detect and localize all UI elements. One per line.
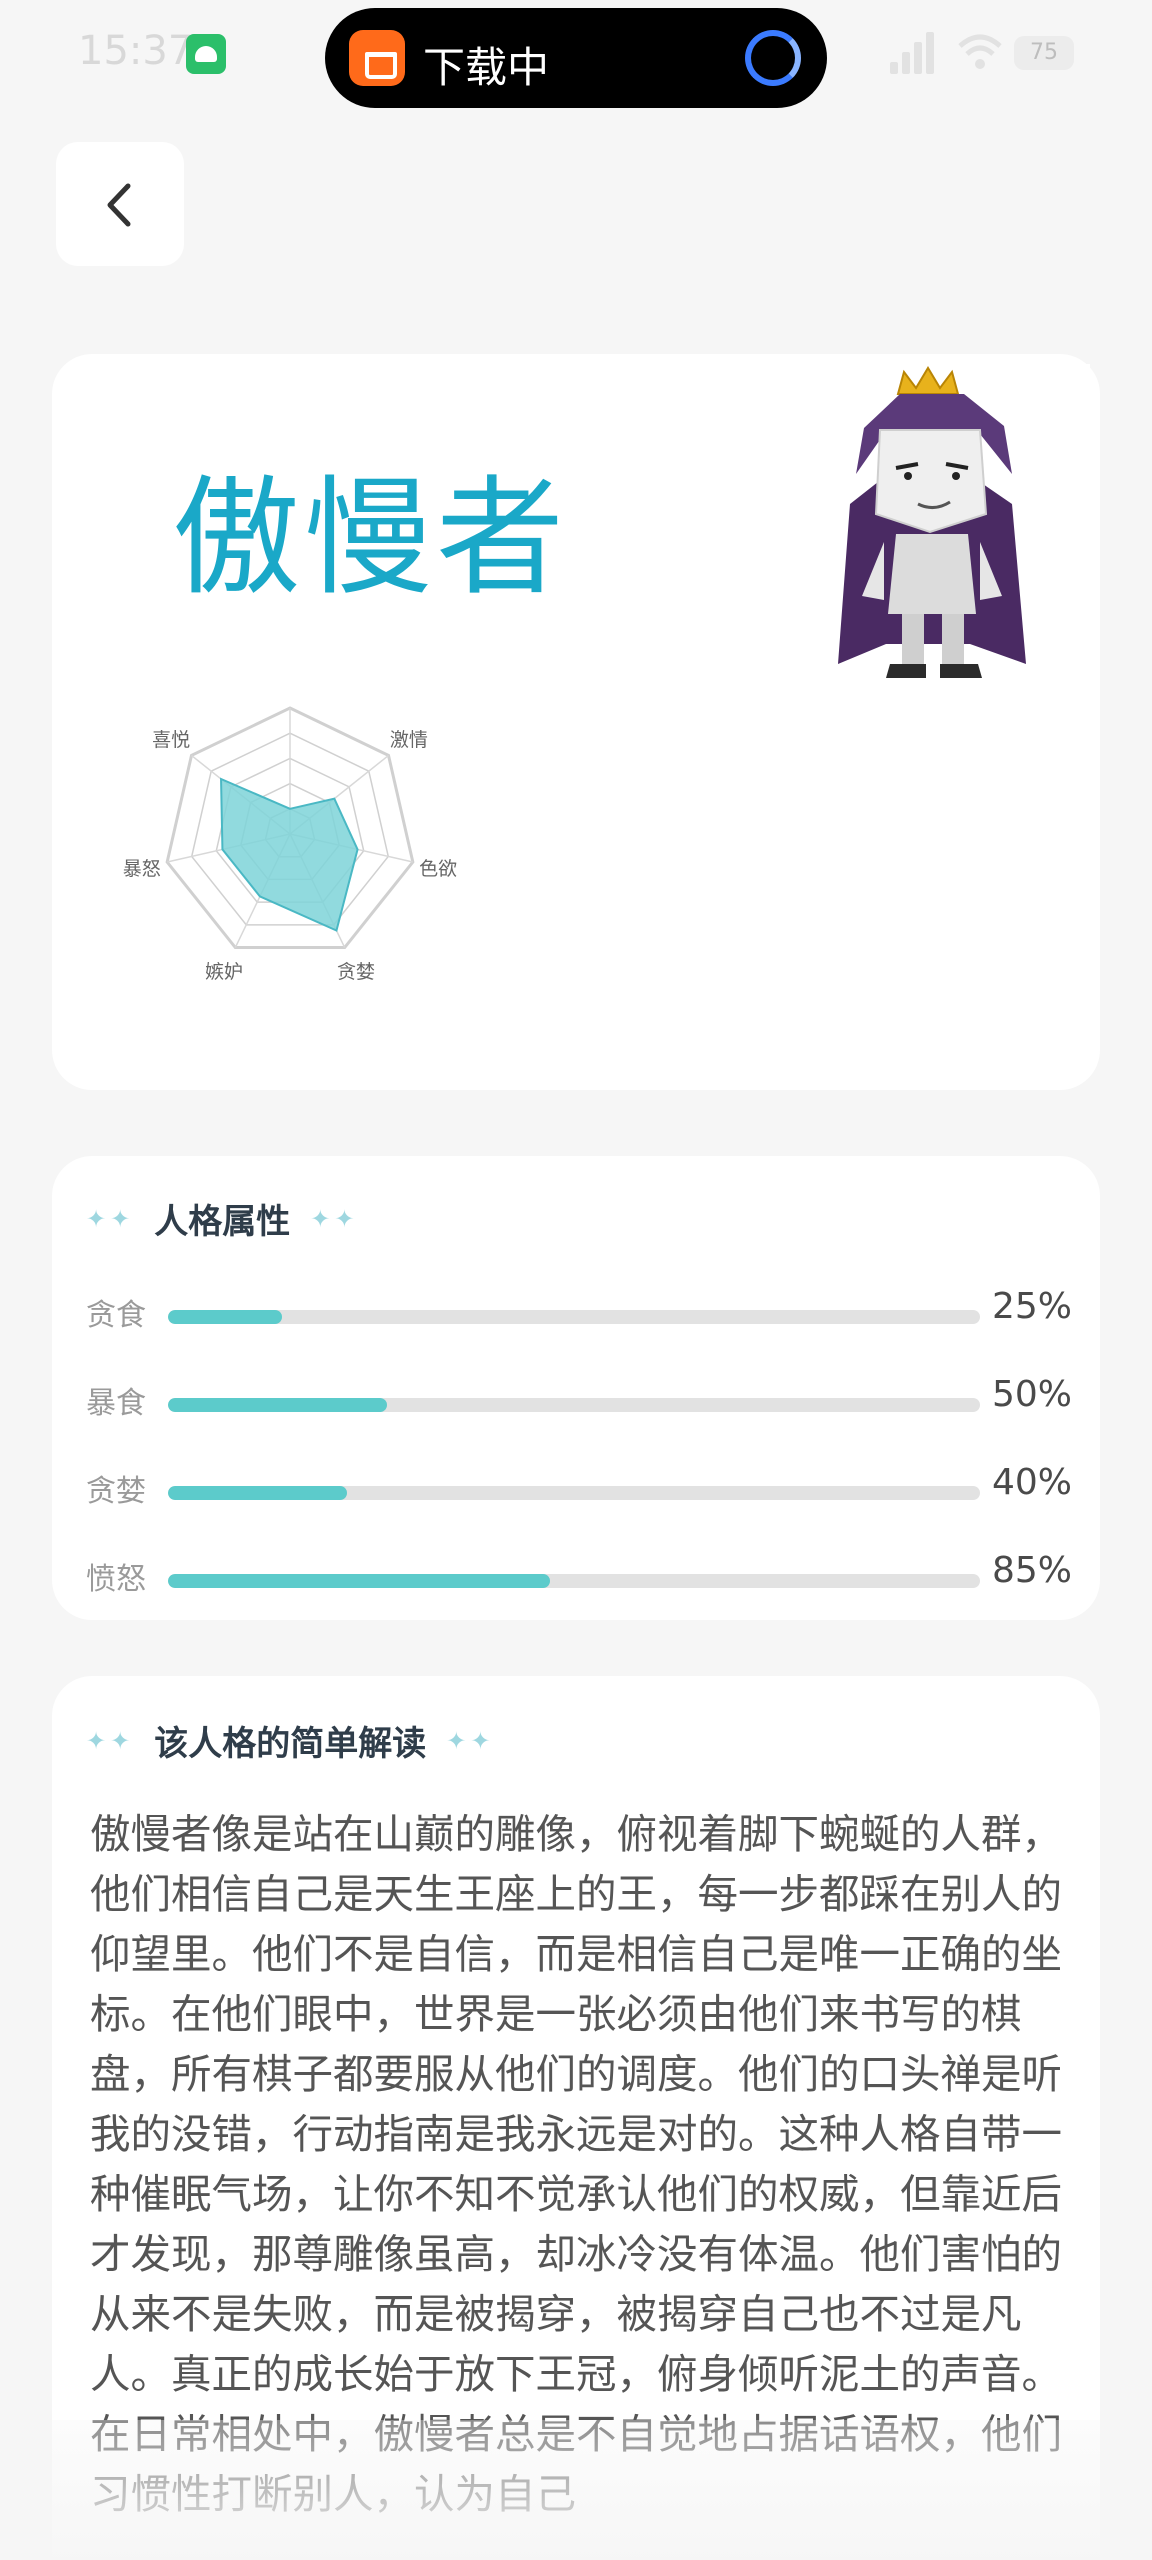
personality-attributes-card: ✦✦ 人格属性 ✦✦ 贪食 25% 暴食 50% 贪婪 40% 愤怒 85% (52, 1156, 1100, 1620)
attribute-bar (168, 1398, 980, 1412)
attribute-bar (168, 1574, 980, 1588)
attributes-title: 人格属性 (154, 1202, 291, 1242)
navigation-gesture-overlay (0, 2420, 1152, 2560)
attribute-label: 暴食 (86, 1386, 146, 1421)
wifi-icon (958, 34, 1002, 69)
back-button[interactable] (56, 142, 184, 266)
battery-icon: 75 (1014, 36, 1074, 70)
attribute-row: 贪食 25% (86, 1282, 1086, 1342)
attribute-row: 愤怒 85% (86, 1546, 1086, 1606)
attribute-bar (168, 1486, 980, 1500)
attribute-label: 贪婪 (86, 1474, 146, 1509)
status-bar: 15:37 下载中 75 (0, 0, 1152, 110)
screen: 15:37 下载中 75 傲慢者 激情 色欲 贪婪 嫉妒 暴怒 喜悦 ✦✦ 人格… (0, 0, 1152, 2560)
attribute-label: 愤怒 (86, 1562, 146, 1597)
download-status-label: 下载中 (423, 43, 550, 92)
radar-axis-label: 贪婪 (337, 961, 375, 983)
description-title: 该人格的简单解读 (154, 1724, 427, 1764)
description-body: 傲慢者像是站在山巅的雕像，俯视着脚下蜿蜒的人群，他们相信自己是天生王座上的王，每… (90, 1810, 1062, 2518)
attribute-row: 暴食 50% (86, 1370, 1086, 1430)
sparkle-icon: ✦✦ (86, 1204, 135, 1233)
radar-axis-label: 嫉妒 (205, 961, 243, 983)
attribute-bar-fill (168, 1310, 282, 1324)
sparkle-icon: ✦✦ (446, 1726, 495, 1755)
radar-axis-label: 激情 (390, 729, 428, 751)
persona-character-image (822, 364, 1090, 694)
attribute-bar-fill (168, 1574, 550, 1588)
attribute-value: 40% (991, 1462, 1072, 1503)
attribute-bar-fill (168, 1486, 347, 1500)
sparkle-icon: ✦✦ (86, 1726, 135, 1755)
radar-axis-label: 喜悦 (152, 729, 190, 751)
persona-title: 傲慢者 (172, 464, 569, 613)
spinner-icon (745, 30, 801, 86)
status-time: 15:37 (78, 28, 194, 74)
sparkle-icon: ✦✦ (310, 1204, 359, 1233)
download-progress-pill[interactable]: 下载中 (325, 8, 827, 108)
persona-hero-card: 傲慢者 激情色欲贪婪 嫉妒 暴怒 喜悦 (52, 354, 1100, 1090)
attribute-value: 50% (991, 1374, 1072, 1415)
chevron-left-icon (107, 183, 131, 227)
attribute-value: 85% (991, 1550, 1072, 1591)
radar-axis-label: 色欲 (419, 858, 457, 880)
radar-axis-label: 暴怒 (123, 858, 161, 880)
attribute-row: 贪婪 40% (86, 1458, 1086, 1518)
emotion-radar-chart: 激情色欲贪婪 嫉妒 暴怒 喜悦 (123, 706, 457, 983)
android-icon (186, 34, 226, 74)
attribute-value: 25% (991, 1286, 1072, 1327)
attribute-bar-fill (168, 1398, 388, 1412)
description-header: ✦✦ 该人格的简单解读 ✦✦ (86, 1716, 494, 1765)
attribute-bar (168, 1310, 980, 1324)
attribute-label: 贪食 (86, 1298, 146, 1333)
attributes-header: ✦✦ 人格属性 ✦✦ (86, 1194, 358, 1243)
signal-icon (890, 30, 942, 74)
app-store-icon (349, 30, 405, 86)
